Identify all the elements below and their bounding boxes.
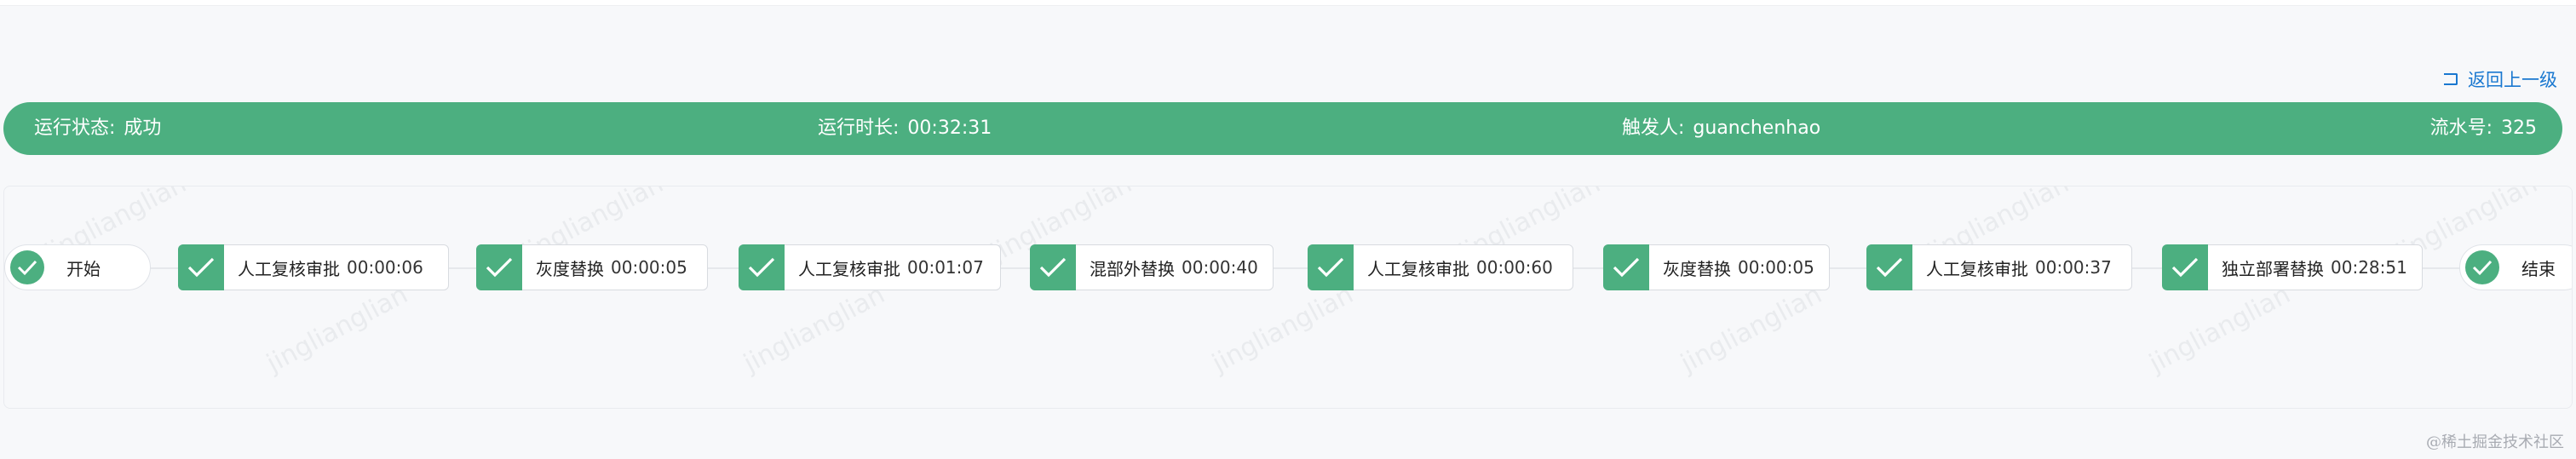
stage-duration: 00:00:06	[347, 257, 423, 278]
check-icon	[178, 244, 224, 290]
check-icon	[1308, 244, 1354, 290]
trigger-user: 触发人: guanchenhao	[1622, 102, 1820, 155]
run-status-label: 运行状态:	[34, 118, 116, 139]
run-duration-value: 00:32:31	[907, 118, 992, 139]
top-divider	[0, 0, 2576, 6]
check-icon	[2465, 250, 2499, 284]
stage-name: 人工复核审批	[1367, 258, 1469, 279]
start-node[interactable]: 开始	[4, 244, 151, 290]
check-icon	[1030, 244, 1076, 290]
run-duration-label: 运行时长:	[818, 118, 900, 139]
run-duration: 运行时长: 00:32:31	[818, 102, 992, 155]
check-icon	[476, 244, 522, 290]
pipeline-stage-node[interactable]: 独立部署替换 00:28:51	[2162, 244, 2423, 290]
serial-number-value: 325	[2501, 118, 2537, 139]
pipeline-flow-panel: jinglianglian jinglianglian jinglianglian j…	[3, 186, 2573, 409]
return-arrow-icon	[2444, 73, 2458, 85]
pipeline-stage-node[interactable]: 人工复核审批 00:01:07	[739, 244, 1001, 290]
check-icon	[2162, 244, 2208, 290]
watermark-text: jinglianglian	[1207, 279, 1359, 379]
pipeline-stage-node[interactable]: 人工复核审批 00:00:37	[1866, 244, 2132, 290]
stage-duration: 00:00:37	[2035, 257, 2112, 278]
source-watermark: @稀土掘金技术社区	[2426, 433, 2564, 451]
check-icon	[10, 250, 44, 284]
run-status-value: 成功	[124, 118, 162, 139]
trigger-user-label: 触发人:	[1622, 118, 1685, 139]
back-to-parent-link[interactable]: 返回上一级	[2444, 66, 2557, 92]
check-icon	[1866, 244, 1912, 290]
serial-number-label: 流水号:	[2429, 118, 2493, 139]
stage-name: 独立部署替换	[2222, 258, 2324, 279]
watermark-text: jinglianglian	[739, 279, 890, 379]
pipeline-stage-node[interactable]: 灰度替换 00:00:05	[1603, 244, 1830, 290]
stage-name: 人工复核审批	[238, 258, 340, 279]
pipeline-detail-page: 返回上一级 运行状态: 成功 运行时长: 00:32:31 触发人: guanchen…	[0, 0, 2576, 459]
run-status: 运行状态: 成功	[34, 102, 161, 155]
stage-duration: 00:00:05	[611, 257, 687, 278]
stage-name: 人工复核审批	[1926, 258, 2028, 279]
stage-duration: 00:01:07	[907, 257, 984, 278]
stage-duration: 00:28:51	[2331, 257, 2407, 278]
back-link-label: 返回上一级	[2468, 70, 2557, 90]
stage-name: 灰度替换	[536, 258, 604, 279]
trigger-user-value: guanchenhao	[1693, 118, 1821, 139]
check-icon	[1603, 244, 1649, 290]
stage-duration: 00:00:40	[1182, 257, 1258, 278]
pipeline-stage-node[interactable]: 混部外替换 00:00:40	[1030, 244, 1274, 290]
watermark-text: jinglianglian	[2144, 279, 2296, 379]
pipeline-stage-node[interactable]: 人工复核审批 00:00:06	[178, 244, 449, 290]
stage-duration: 00:00:60	[1476, 257, 1553, 278]
watermark-text: jinglianglian	[262, 279, 413, 379]
pipeline-stage-node[interactable]: 人工复核审批 00:00:60	[1308, 244, 1573, 290]
end-node[interactable]: 结束	[2459, 244, 2572, 290]
end-node-label: 结束	[2521, 258, 2556, 279]
pipeline-stage-node[interactable]: 灰度替换 00:00:05	[476, 244, 708, 290]
serial-number: 流水号: 325	[2430, 102, 2537, 155]
stage-duration: 00:00:05	[1738, 257, 1814, 278]
run-status-bar: 运行状态: 成功 运行时长: 00:32:31 触发人: guanchenhao 流水…	[3, 102, 2562, 155]
start-node-label: 开始	[66, 258, 101, 279]
stage-name: 灰度替换	[1663, 258, 1731, 279]
watermark-text: jinglianglian	[1676, 279, 1827, 379]
stage-name: 人工复核审批	[798, 258, 900, 279]
check-icon	[739, 244, 785, 290]
stage-name: 混部外替换	[1090, 258, 1175, 279]
